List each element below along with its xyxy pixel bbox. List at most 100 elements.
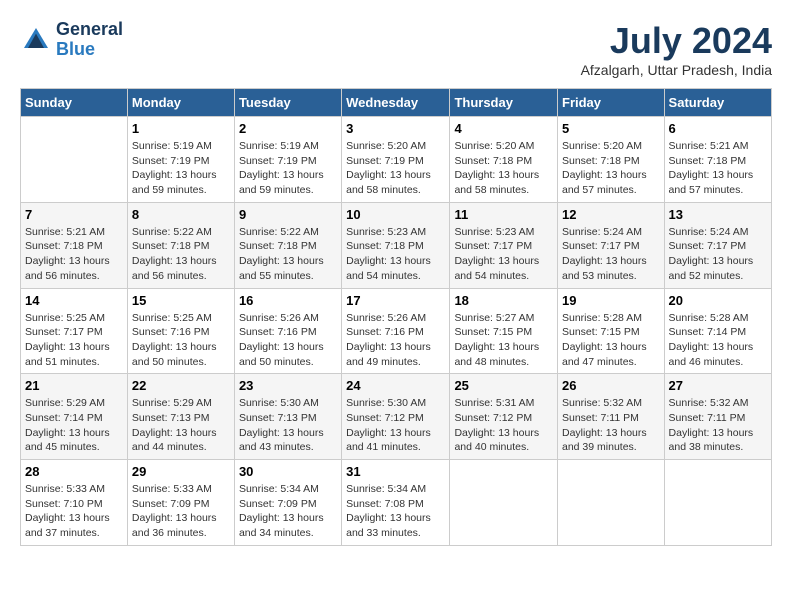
col-header-wednesday: Wednesday: [342, 89, 450, 117]
day-number: 17: [346, 293, 445, 308]
day-info: Sunrise: 5:23 AMSunset: 7:17 PMDaylight:…: [454, 225, 553, 284]
day-info: Sunrise: 5:33 AMSunset: 7:10 PMDaylight:…: [25, 482, 123, 541]
day-info: Sunrise: 5:21 AMSunset: 7:18 PMDaylight:…: [669, 139, 767, 198]
day-cell: 30Sunrise: 5:34 AMSunset: 7:09 PMDayligh…: [234, 460, 341, 546]
day-info: Sunrise: 5:27 AMSunset: 7:15 PMDaylight:…: [454, 311, 553, 370]
day-number: 6: [669, 121, 767, 136]
day-info: Sunrise: 5:21 AMSunset: 7:18 PMDaylight:…: [25, 225, 123, 284]
day-number: 29: [132, 464, 230, 479]
day-cell: 16Sunrise: 5:26 AMSunset: 7:16 PMDayligh…: [234, 288, 341, 374]
day-info: Sunrise: 5:28 AMSunset: 7:14 PMDaylight:…: [669, 311, 767, 370]
day-number: 20: [669, 293, 767, 308]
calendar-body: 1Sunrise: 5:19 AMSunset: 7:19 PMDaylight…: [21, 117, 772, 546]
logo-icon: [20, 24, 52, 56]
day-number: 26: [562, 378, 660, 393]
day-cell: 7 Sunrise: 5:21 AMSunset: 7:18 PMDaylight…: [21, 202, 128, 288]
day-number: 23: [239, 378, 337, 393]
day-info: Sunrise: 5:32 AMSunset: 7:11 PMDaylight:…: [562, 396, 660, 455]
day-info: Sunrise: 5:20 AMSunset: 7:18 PMDaylight:…: [454, 139, 553, 198]
day-info: Sunrise: 5:23 AMSunset: 7:18 PMDaylight:…: [346, 225, 445, 284]
day-number: 28: [25, 464, 123, 479]
day-cell: 6 Sunrise: 5:21 AMSunset: 7:18 PMDaylight…: [664, 117, 771, 203]
day-cell: 10 Sunrise: 5:23 AMSunset: 7:18 PMDayligh…: [342, 202, 450, 288]
day-info: Sunrise: 5:19 AMSunset: 7:19 PMDaylight:…: [239, 139, 337, 198]
day-cell: 15Sunrise: 5:25 AMSunset: 7:16 PMDayligh…: [127, 288, 234, 374]
header-row: SundayMondayTuesdayWednesdayThursdayFrid…: [21, 89, 772, 117]
day-cell: 22Sunrise: 5:29 AMSunset: 7:13 PMDayligh…: [127, 374, 234, 460]
day-cell: 18 Sunrise: 5:27 AMSunset: 7:15 PMDayligh…: [450, 288, 558, 374]
day-cell: 20 Sunrise: 5:28 AMSunset: 7:14 PMDayligh…: [664, 288, 771, 374]
day-number: 16: [239, 293, 337, 308]
day-number: 14: [25, 293, 123, 308]
day-cell: 12 Sunrise: 5:24 AMSunset: 7:17 PMDayligh…: [558, 202, 665, 288]
day-number: 31: [346, 464, 445, 479]
week-row-4: 28 Sunrise: 5:33 AMSunset: 7:10 PMDayligh…: [21, 460, 772, 546]
day-number: 7: [25, 207, 123, 222]
week-row-1: 7 Sunrise: 5:21 AMSunset: 7:18 PMDaylight…: [21, 202, 772, 288]
week-row-3: 21 Sunrise: 5:29 AMSunset: 7:14 PMDayligh…: [21, 374, 772, 460]
day-number: 2: [239, 121, 337, 136]
day-cell: 24Sunrise: 5:30 AMSunset: 7:12 PMDayligh…: [342, 374, 450, 460]
day-cell: 3 Sunrise: 5:20 AMSunset: 7:19 PMDaylight…: [342, 117, 450, 203]
logo: General Blue: [20, 20, 123, 60]
day-cell: 25 Sunrise: 5:31 AMSunset: 7:12 PMDayligh…: [450, 374, 558, 460]
col-header-sunday: Sunday: [21, 89, 128, 117]
day-cell: 23 Sunrise: 5:30 AMSunset: 7:13 PMDayligh…: [234, 374, 341, 460]
day-cell: 11 Sunrise: 5:23 AMSunset: 7:17 PMDayligh…: [450, 202, 558, 288]
day-cell: 4 Sunrise: 5:20 AMSunset: 7:18 PMDaylight…: [450, 117, 558, 203]
day-cell: [450, 460, 558, 546]
day-number: 9: [239, 207, 337, 222]
day-number: 5: [562, 121, 660, 136]
day-number: 3: [346, 121, 445, 136]
day-cell: [21, 117, 128, 203]
day-info: Sunrise: 5:30 AMSunset: 7:13 PMDaylight:…: [239, 396, 337, 455]
col-header-thursday: Thursday: [450, 89, 558, 117]
day-info: Sunrise: 5:25 AMSunset: 7:16 PMDaylight:…: [132, 311, 230, 370]
calendar-header: SundayMondayTuesdayWednesdayThursdayFrid…: [21, 89, 772, 117]
logo-text: General Blue: [56, 20, 123, 60]
day-info: Sunrise: 5:25 AMSunset: 7:17 PMDaylight:…: [25, 311, 123, 370]
page-header: General Blue July 2024 Afzalgarh, Uttar …: [20, 20, 772, 78]
day-cell: 5Sunrise: 5:20 AMSunset: 7:18 PMDaylight…: [558, 117, 665, 203]
col-header-tuesday: Tuesday: [234, 89, 341, 117]
month-year: July 2024: [581, 20, 772, 62]
day-cell: 1Sunrise: 5:19 AMSunset: 7:19 PMDaylight…: [127, 117, 234, 203]
day-cell: 17Sunrise: 5:26 AMSunset: 7:16 PMDayligh…: [342, 288, 450, 374]
day-info: Sunrise: 5:28 AMSunset: 7:15 PMDaylight:…: [562, 311, 660, 370]
day-number: 11: [454, 207, 553, 222]
day-info: Sunrise: 5:32 AMSunset: 7:11 PMDaylight:…: [669, 396, 767, 455]
day-cell: 19Sunrise: 5:28 AMSunset: 7:15 PMDayligh…: [558, 288, 665, 374]
title-block: July 2024 Afzalgarh, Uttar Pradesh, Indi…: [581, 20, 772, 78]
day-info: Sunrise: 5:20 AMSunset: 7:19 PMDaylight:…: [346, 139, 445, 198]
day-number: 25: [454, 378, 553, 393]
day-info: Sunrise: 5:22 AMSunset: 7:18 PMDaylight:…: [239, 225, 337, 284]
day-cell: 27 Sunrise: 5:32 AMSunset: 7:11 PMDayligh…: [664, 374, 771, 460]
day-number: 18: [454, 293, 553, 308]
day-cell: 14 Sunrise: 5:25 AMSunset: 7:17 PMDayligh…: [21, 288, 128, 374]
day-number: 27: [669, 378, 767, 393]
day-cell: [558, 460, 665, 546]
location: Afzalgarh, Uttar Pradesh, India: [581, 62, 772, 78]
day-cell: 28 Sunrise: 5:33 AMSunset: 7:10 PMDayligh…: [21, 460, 128, 546]
day-info: Sunrise: 5:34 AMSunset: 7:08 PMDaylight:…: [346, 482, 445, 541]
day-number: 4: [454, 121, 553, 136]
day-cell: 31 Sunrise: 5:34 AMSunset: 7:08 PMDayligh…: [342, 460, 450, 546]
day-info: Sunrise: 5:19 AMSunset: 7:19 PMDaylight:…: [132, 139, 230, 198]
day-info: Sunrise: 5:22 AMSunset: 7:18 PMDaylight:…: [132, 225, 230, 284]
logo-general: General: [56, 19, 123, 39]
day-info: Sunrise: 5:29 AMSunset: 7:14 PMDaylight:…: [25, 396, 123, 455]
day-cell: 8Sunrise: 5:22 AMSunset: 7:18 PMDaylight…: [127, 202, 234, 288]
day-info: Sunrise: 5:24 AMSunset: 7:17 PMDaylight:…: [562, 225, 660, 284]
col-header-friday: Friday: [558, 89, 665, 117]
day-number: 10: [346, 207, 445, 222]
day-number: 12: [562, 207, 660, 222]
day-number: 24: [346, 378, 445, 393]
calendar-table: SundayMondayTuesdayWednesdayThursdayFrid…: [20, 88, 772, 546]
week-row-0: 1Sunrise: 5:19 AMSunset: 7:19 PMDaylight…: [21, 117, 772, 203]
day-number: 21: [25, 378, 123, 393]
day-cell: 26 Sunrise: 5:32 AMSunset: 7:11 PMDayligh…: [558, 374, 665, 460]
day-number: 22: [132, 378, 230, 393]
logo-blue: Blue: [56, 39, 95, 59]
day-cell: 2 Sunrise: 5:19 AMSunset: 7:19 PMDaylight…: [234, 117, 341, 203]
day-info: Sunrise: 5:31 AMSunset: 7:12 PMDaylight:…: [454, 396, 553, 455]
